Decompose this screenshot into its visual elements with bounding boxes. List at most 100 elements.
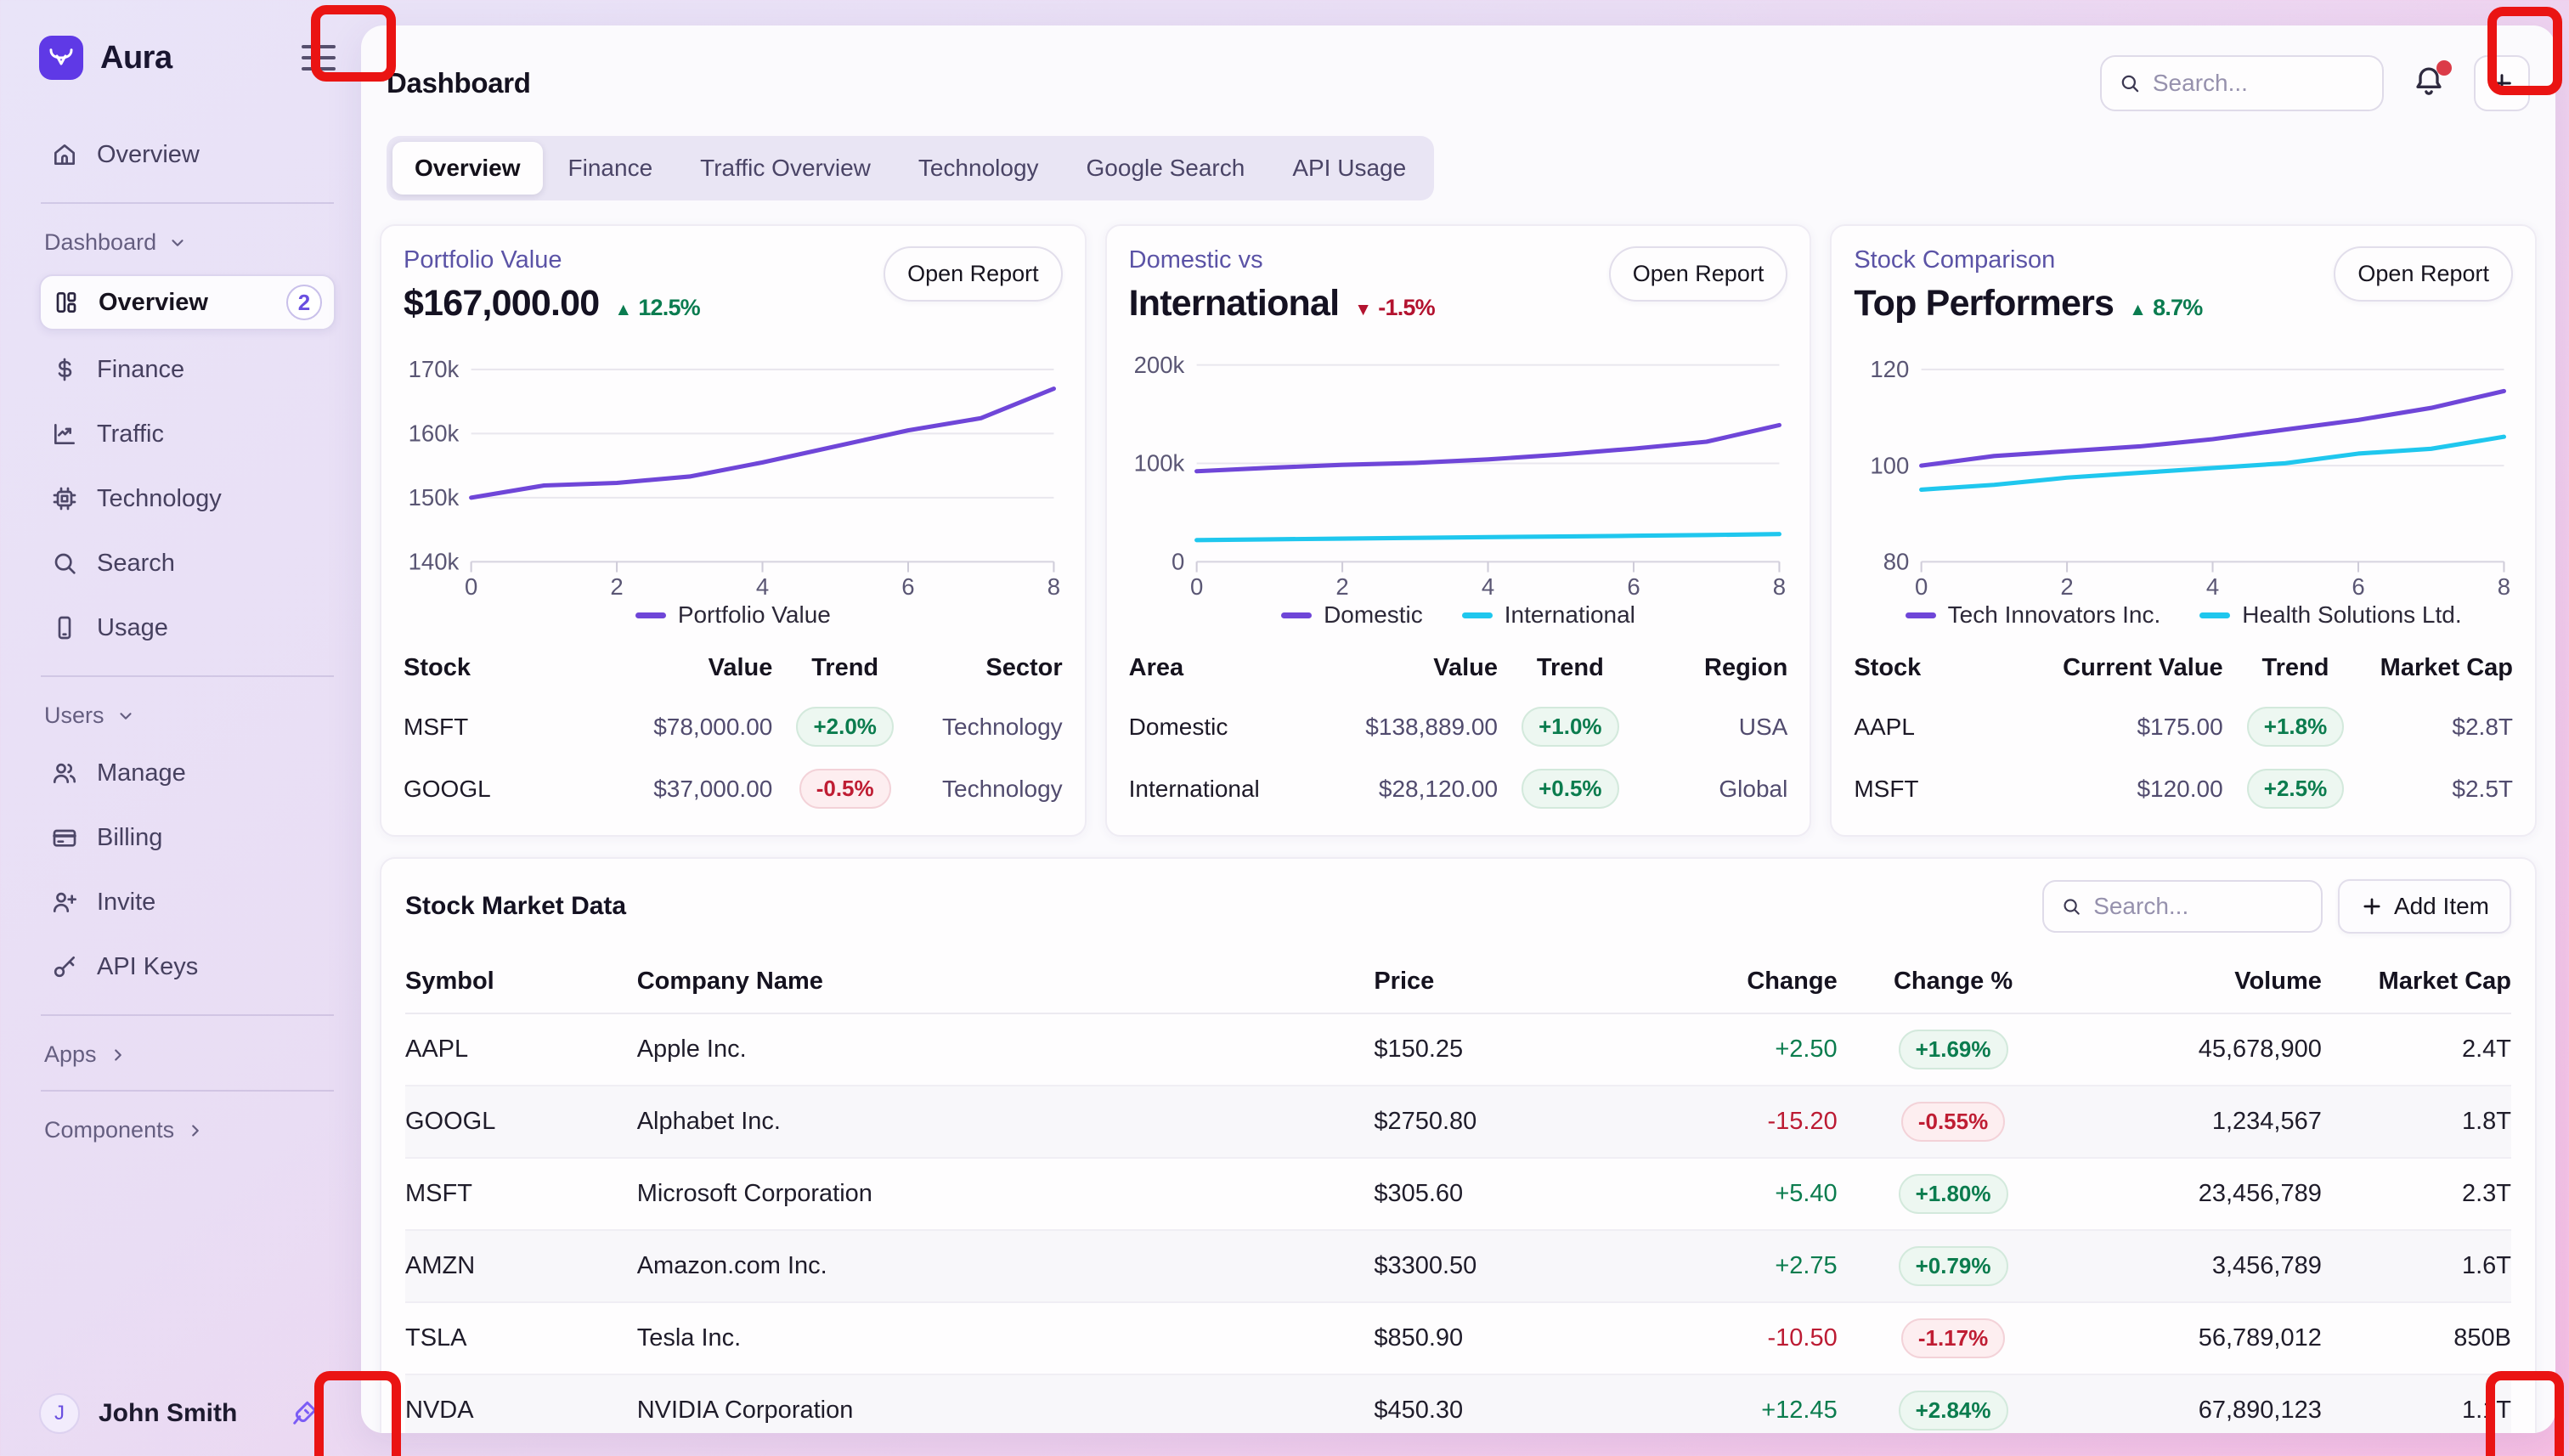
svg-text:80: 80 [1883, 548, 1910, 574]
svg-text:2: 2 [2061, 573, 2074, 598]
sidebar-item-overview-top[interactable]: Overview [39, 129, 336, 180]
portfolio-chart: 140k150k160k170k02468 Portfolio Value [404, 338, 1063, 629]
table-row[interactable]: AAPL Apple Inc. $150.25 +2.50 +1.69% 45,… [405, 1013, 2511, 1086]
line-chart: 8010012002468 [1854, 338, 2513, 598]
legend-item: Health Solutions Ltd. [2199, 601, 2461, 629]
section-header-apps[interactable]: Apps [44, 1041, 336, 1068]
paintbrush-icon[interactable] [289, 1398, 319, 1429]
svg-text:6: 6 [2352, 573, 2365, 598]
tab[interactable]: Overview [392, 142, 543, 195]
svg-text:2: 2 [1335, 573, 1348, 598]
open-report-button[interactable]: Open Report [1609, 246, 1788, 302]
cell-company: Microsoft Corporation [637, 1158, 1375, 1230]
divider [41, 1090, 334, 1092]
cell-company: Alphabet Inc. [637, 1086, 1375, 1158]
table-row[interactable]: AMZN Amazon.com Inc. $3300.50 +2.75 +0.7… [405, 1230, 2511, 1302]
sidebar-item-search[interactable]: Search [39, 538, 336, 589]
cell-change-pct: -0.55% [1838, 1086, 2069, 1158]
cell-price: $850.90 [1374, 1302, 1668, 1374]
cell-mcap: 1.1T [2322, 1374, 2511, 1433]
tab[interactable]: Technology [896, 142, 1061, 195]
search-icon [51, 550, 78, 577]
table-search-input[interactable] [2093, 893, 2304, 920]
table-row[interactable]: NVDA NVIDIA Corporation $450.30 +12.45 +… [405, 1374, 2511, 1433]
table-row[interactable]: GOOGL Alphabet Inc. $2750.80 -15.20 -0.5… [405, 1086, 2511, 1158]
avatar: J [39, 1393, 80, 1434]
cell-mcap: 2.4T [2322, 1013, 2511, 1086]
sidebar-item-api-keys[interactable]: API Keys [39, 941, 336, 992]
sidebar-item-manage[interactable]: Manage [39, 748, 336, 799]
svg-text:0: 0 [1915, 573, 1928, 598]
sidebar: Aura Overview Dashboard Overview 2 Finan… [0, 0, 361, 1456]
cell-change-pct: +1.69% [1838, 1013, 2069, 1086]
cell-change: +2.50 [1668, 1013, 1837, 1086]
tab[interactable]: API Usage [1270, 142, 1428, 195]
sidebar-item-technology[interactable]: Technology [39, 473, 336, 524]
table-row[interactable]: TSLA Tesla Inc. $850.90 -10.50 -1.17% 56… [405, 1302, 2511, 1374]
search-input[interactable] [2153, 70, 2365, 97]
trend-pill: +1.8% [2247, 707, 2344, 747]
add-item-button[interactable]: Add Item [2338, 879, 2511, 934]
cell-company: Tesla Inc. [637, 1302, 1375, 1374]
cell-mcap: 1.6T [2322, 1230, 2511, 1302]
svg-text:6: 6 [1627, 573, 1640, 598]
svg-text:8: 8 [1772, 573, 1785, 598]
divider [41, 202, 334, 204]
card-table: Stock Current Value Trend Market Cap AAP… [1854, 647, 2513, 820]
cell-volume: 67,890,123 [2069, 1374, 2321, 1433]
card-subtitle: Stock Comparison [1854, 246, 2202, 274]
notifications-button[interactable] [2408, 60, 2450, 107]
cell-change-pct: +1.80% [1838, 1158, 2069, 1230]
sidebar-item-traffic[interactable]: Traffic [39, 409, 336, 460]
user-row[interactable]: J John Smith [39, 1393, 319, 1434]
table-search[interactable] [2042, 880, 2323, 933]
cell-change: +12.45 [1668, 1374, 1837, 1433]
section-header-components[interactable]: Components [44, 1117, 336, 1143]
trend-pill: +1.0% [1522, 707, 1618, 747]
menu-icon[interactable] [302, 42, 336, 74]
sidebar-item-finance[interactable]: Finance [39, 344, 336, 395]
svg-text:4: 4 [756, 573, 769, 598]
open-report-button[interactable]: Open Report [884, 246, 1063, 302]
sidebar-item-usage[interactable]: Usage [39, 602, 336, 653]
sidebar-item-billing[interactable]: Billing [39, 812, 336, 863]
card-table-row: International $28,120.00 +0.5% Global [1129, 758, 1788, 820]
svg-text:4: 4 [2206, 573, 2219, 598]
cell-price: $305.60 [1374, 1158, 1668, 1230]
svg-text:8: 8 [2498, 573, 2510, 598]
cell-symbol: AMZN [405, 1230, 637, 1302]
chevron-down-icon [116, 707, 135, 725]
key-icon [51, 953, 78, 980]
cpu-chip-icon [51, 485, 78, 512]
cell-volume: 3,456,789 [2069, 1230, 2321, 1302]
svg-text:0: 0 [465, 573, 477, 598]
tab[interactable]: Finance [546, 142, 675, 195]
global-search[interactable] [2100, 55, 2384, 111]
tab-bar: Overview Finance Traffic Overview Techno… [387, 136, 1434, 200]
brand-name: Aura [100, 40, 302, 76]
header-controls [2100, 55, 2530, 111]
open-report-button[interactable]: Open Report [2334, 246, 2513, 302]
svg-text:140k: 140k [409, 548, 460, 574]
cell-mcap: 2.3T [2322, 1158, 2511, 1230]
stat-cards: Portfolio Value $167,000.00 ▲ 12.5% Open… [380, 224, 2537, 837]
cell-price: $2750.80 [1374, 1086, 1668, 1158]
sidebar-item-overview[interactable]: Overview 2 [39, 274, 336, 330]
main-panel: Dashboard Overview Fina [361, 25, 2555, 1433]
svg-text:4: 4 [1482, 573, 1494, 598]
page-title: Dashboard [387, 67, 531, 99]
table-row[interactable]: MSFT Microsoft Corporation $305.60 +5.40… [405, 1158, 2511, 1230]
change-pct-pill: +0.79% [1899, 1246, 2008, 1286]
svg-text:200k: 200k [1133, 352, 1184, 378]
section-header-users[interactable]: Users [44, 703, 336, 729]
legend-item: Portfolio Value [635, 601, 831, 629]
tab[interactable]: Traffic Overview [678, 142, 893, 195]
section-header-dashboard[interactable]: Dashboard [44, 229, 336, 256]
sidebar-item-invite[interactable]: Invite [39, 877, 336, 928]
add-button[interactable] [2474, 55, 2530, 111]
cell-price: $450.30 [1374, 1374, 1668, 1433]
card-table-row: AAPL $175.00 +1.8% $2.8T [1854, 696, 2513, 758]
chevron-right-icon [109, 1046, 127, 1064]
tab[interactable]: Google Search [1064, 142, 1268, 195]
change-pct-pill: -1.17% [1901, 1318, 2005, 1358]
